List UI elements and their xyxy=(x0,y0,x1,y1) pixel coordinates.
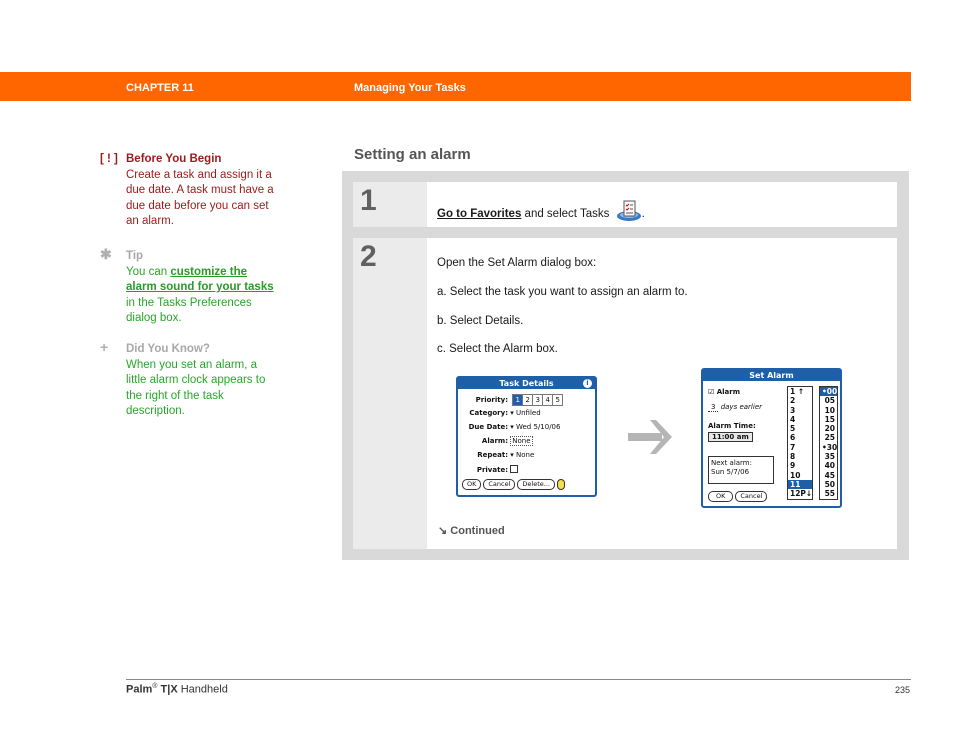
hour-option[interactable]: 7 xyxy=(788,443,812,452)
repeat-value[interactable]: None xyxy=(516,451,534,459)
hour-option[interactable]: 6 xyxy=(788,433,812,442)
step-1-content: Go to Favorites and select Tasks . xyxy=(437,200,645,225)
minute-option[interactable]: •30 xyxy=(820,443,837,452)
hour-option[interactable]: 9 xyxy=(788,461,812,470)
alarm-row: Alarm: None xyxy=(481,436,533,446)
continued-arrow-icon: ↘ xyxy=(438,525,448,537)
minute-option[interactable]: 20 xyxy=(820,424,837,433)
plus-icon: + xyxy=(100,339,109,355)
minute-option[interactable]: 55 xyxy=(820,489,837,498)
step-2-intro: Open the Set Alarm dialog box: xyxy=(437,257,597,269)
category-value[interactable]: Unfiled xyxy=(516,409,541,417)
minute-option[interactable]: 10 xyxy=(820,406,837,415)
before-you-begin-heading: Before You Begin xyxy=(126,153,222,165)
step-2-item-b: b. Select Details. xyxy=(437,315,524,327)
hour-option[interactable]: 1 ↑ xyxy=(788,387,812,396)
private-row: Private: xyxy=(460,465,519,474)
task-details-title: Task Details i xyxy=(458,378,595,389)
next-alarm-box: Next alarm: Sun 5/7/06 xyxy=(708,456,774,484)
minute-option[interactable]: 45 xyxy=(820,471,837,480)
go-to-favorites-link[interactable]: Go to Favorites xyxy=(437,208,521,220)
task-details-buttons: OK Cancel Delete... xyxy=(462,479,567,490)
continued-label: ↘ Continued xyxy=(438,525,505,537)
minute-option[interactable]: 50 xyxy=(820,480,837,489)
minute-option[interactable]: 25 xyxy=(820,433,837,442)
ok-button[interactable]: OK xyxy=(708,491,734,502)
alarm-box[interactable]: None xyxy=(510,436,533,446)
page-number: 235 xyxy=(895,685,911,695)
set-alarm-title: Set Alarm xyxy=(703,370,840,381)
hour-option[interactable]: 4 xyxy=(788,415,812,424)
minute-option[interactable]: •00 xyxy=(820,387,837,397)
cancel-button[interactable]: Cancel xyxy=(735,491,768,502)
hour-option[interactable]: 3 xyxy=(788,406,812,415)
hour-option[interactable]: 10 xyxy=(788,471,812,480)
tip-heading: Tip xyxy=(126,250,144,262)
hour-list[interactable]: 1 ↑ 2 3 4 5 6 7 8 9 10 11 12P↓ xyxy=(787,386,813,500)
alarm-time-field[interactable]: 11:00 am xyxy=(708,432,753,442)
step-2-item-c: c. Select the Alarm box. xyxy=(437,343,558,355)
days-earlier-row: 3 days earlier xyxy=(708,403,762,412)
step-number-cell: 2 xyxy=(353,238,427,549)
dropdown-arrow-icon: ▾ xyxy=(510,451,514,459)
private-checkbox[interactable] xyxy=(510,465,519,473)
alarm-checkbox[interactable]: ☑ xyxy=(708,388,714,396)
section-title: Setting an alarm xyxy=(354,146,471,163)
priority-5[interactable]: 5 xyxy=(552,394,564,406)
minute-list[interactable]: •00 05 10 15 20 25 •30 35 40 45 50 55 xyxy=(819,386,838,500)
due-date-row: Due Date: ▾ Wed 5/10/06 xyxy=(468,423,561,431)
chapter-label: CHAPTER 11 xyxy=(126,82,194,94)
step-1: 1 Go to Favorites and select Tasks . xyxy=(353,182,897,227)
before-you-begin-text: Create a task and assign it a due date. … xyxy=(126,168,274,228)
before-you-begin-note: [ ! ] Before You Begin Create a task and … xyxy=(100,152,280,230)
minute-option[interactable]: 05 xyxy=(820,396,837,405)
tip-note: ✱ Tip You can customize the alarm sound f… xyxy=(100,246,280,327)
ok-button[interactable]: OK xyxy=(462,479,482,490)
step-2-item-a: a. Select the task you want to assign an… xyxy=(437,286,688,298)
step-number: 1 xyxy=(360,184,377,217)
hour-option[interactable]: 5 xyxy=(788,424,812,433)
alarm-checkbox-row: ☑ Alarm xyxy=(708,388,741,396)
important-mark-icon: [ ! ] xyxy=(100,153,118,165)
dropdown-arrow-icon: ▾ xyxy=(510,409,514,417)
footer-divider xyxy=(126,679,911,680)
right-arrow-icon xyxy=(626,418,674,461)
set-alarm-dialog: Set Alarm ☑ Alarm 3 days earlier Alarm T… xyxy=(701,368,842,508)
minute-option[interactable]: 15 xyxy=(820,415,837,424)
asterisk-icon: ✱ xyxy=(100,246,112,262)
step-number: 2 xyxy=(360,240,377,273)
hour-option[interactable]: 8 xyxy=(788,452,812,461)
footer-product: Palm® T|X Handheld xyxy=(126,683,228,696)
dropdown-arrow-icon: ▾ xyxy=(510,423,514,431)
category-row: Category: ▾ Unfiled xyxy=(469,409,541,417)
info-icon: i xyxy=(583,379,592,388)
alarm-time-label: Alarm Time: xyxy=(708,422,756,430)
cancel-button[interactable]: Cancel xyxy=(483,479,516,490)
did-you-know-heading: Did You Know? xyxy=(126,343,210,355)
hour-option[interactable]: 2 xyxy=(788,396,812,405)
chapter-title: Managing Your Tasks xyxy=(354,82,466,94)
did-you-know-text: When you set an alarm, a little alarm cl… xyxy=(126,358,266,418)
minute-option[interactable]: 35 xyxy=(820,452,837,461)
due-date-value[interactable]: Wed 5/10/06 xyxy=(516,423,560,431)
repeat-row: Repeat: ▾ None xyxy=(477,451,535,459)
tasks-app-icon xyxy=(616,200,642,225)
set-alarm-buttons: OK Cancel xyxy=(708,491,769,502)
did-you-know-note: + Did You Know? When you set an alarm, a … xyxy=(100,339,280,420)
days-earlier-input[interactable]: 3 xyxy=(708,403,719,412)
priority-row: Priority: 12345 xyxy=(460,394,564,406)
hour-option[interactable]: 12P↓ xyxy=(788,489,812,498)
step-number-cell: 1 xyxy=(353,182,427,227)
delete-button[interactable]: Delete... xyxy=(517,479,555,490)
hour-option[interactable]: 11 xyxy=(788,479,812,490)
minute-option[interactable]: 40 xyxy=(820,461,837,470)
tip-text: You can customize the alarm sound for yo… xyxy=(126,265,274,325)
note-icon[interactable] xyxy=(556,479,566,490)
task-details-dialog: Task Details i Priority: 12345 Category: … xyxy=(456,376,597,497)
